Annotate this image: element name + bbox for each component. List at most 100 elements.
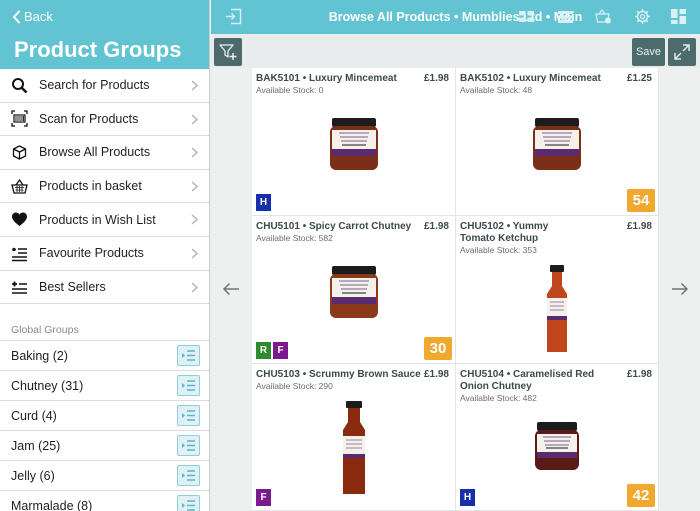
filter-button[interactable]	[214, 38, 242, 66]
nav-item-browse-all[interactable]: Browse All Products	[0, 136, 209, 170]
grid-view-icon[interactable]	[518, 8, 535, 25]
global-groups-heading: Global Groups	[0, 304, 209, 342]
product-card[interactable]: CHU5101 • Spicy Carrot Chutney £1.98 Ava…	[252, 216, 456, 364]
favourite-list-icon	[11, 245, 28, 262]
bottle-image	[547, 265, 567, 352]
jar-image	[533, 118, 581, 170]
flag-badge: F	[256, 489, 271, 506]
sidebar: Back Product Groups Search for Products …	[0, 0, 210, 511]
product-stock: Available Stock: 290	[256, 381, 333, 391]
group-label: Jam (25)	[11, 438, 61, 453]
quantity-badge[interactable]: 42	[627, 484, 655, 507]
add-to-list-icon	[182, 440, 195, 451]
expand-button[interactable]	[668, 38, 696, 66]
group-item-chutney[interactable]: Chutney (31)	[0, 371, 209, 402]
basket-settings-icon[interactable]	[595, 8, 612, 25]
product-grid-area: BAK5101 • Luxury Mincemeat £1.98 Availab…	[211, 68, 700, 511]
add-group-to-list-button[interactable]	[177, 345, 200, 367]
add-group-to-list-button[interactable]	[177, 495, 200, 511]
chevron-left-icon	[12, 9, 21, 24]
arrow-right-icon[interactable]	[671, 282, 689, 296]
product-title: BAK5101 • Luxury Mincemeat	[256, 73, 397, 84]
product-price: £1.25	[626, 73, 652, 84]
chevron-right-icon	[191, 147, 198, 158]
product-card[interactable]: BAK5101 • Luxury Mincemeat £1.98 Availab…	[252, 68, 456, 216]
flag-badge: H	[460, 489, 475, 506]
list-view-icon[interactable]	[557, 8, 574, 25]
toolbar: Save	[211, 34, 700, 68]
product-stock: Available Stock: 48	[460, 85, 533, 95]
nav-item-search[interactable]: Search for Products	[0, 69, 209, 103]
sidebar-title: Product Groups	[14, 37, 182, 62]
top-bar: Browse All Products • Mumblies Ltd • Mai…	[211, 0, 700, 34]
save-button[interactable]: Save	[632, 38, 665, 66]
nav-item-basket[interactable]: Products in basket	[0, 170, 209, 204]
product-title: CHU5103 • Scrummy Brown Sauce	[256, 369, 421, 380]
add-group-to-list-button[interactable]	[177, 375, 200, 397]
product-price: £1.98	[423, 369, 449, 380]
group-label: Jelly (6)	[11, 468, 55, 483]
sidebar-header: Back Product Groups	[0, 0, 209, 69]
product-card[interactable]: CHU5104 • Caramelised Red Onion Chutney …	[456, 364, 659, 511]
nav-item-label: Products in Wish List	[39, 212, 156, 227]
product-price: £1.98	[423, 73, 449, 84]
nav-item-best-sellers[interactable]: Best Sellers	[0, 271, 209, 305]
chevron-right-icon	[191, 114, 198, 125]
nav-item-wish-list[interactable]: Products in Wish List	[0, 203, 209, 237]
group-label: Chutney (31)	[11, 378, 84, 393]
nav-item-label: Best Sellers	[39, 279, 106, 294]
back-label: Back	[24, 9, 53, 24]
group-item-jam[interactable]: Jam (25)	[0, 431, 209, 462]
add-to-list-icon	[182, 410, 195, 421]
arrow-left-icon[interactable]	[222, 282, 240, 296]
jar-image	[535, 422, 579, 470]
add-group-to-list-button[interactable]	[177, 465, 200, 487]
barcode-scan-icon	[11, 110, 28, 128]
basket-icon	[11, 178, 28, 195]
product-card[interactable]: CHU5103 • Scrummy Brown Sauce £1.98 Avai…	[252, 364, 456, 511]
add-to-list-icon	[182, 380, 195, 391]
product-stock: Available Stock: 482	[460, 393, 537, 403]
group-item-marmalade[interactable]: Marmalade (8)	[0, 491, 209, 511]
dashboard-icon[interactable]	[670, 8, 687, 25]
flag-badge: R	[256, 342, 271, 359]
box-icon	[11, 144, 28, 161]
product-flags: F	[256, 489, 271, 506]
nav-item-favourites[interactable]: Favourite Products	[0, 237, 209, 271]
product-stock: Available Stock: 353	[460, 245, 537, 255]
heart-icon	[11, 211, 28, 228]
quantity-badge[interactable]: 54	[627, 189, 655, 212]
group-label: Marmalade (8)	[11, 498, 93, 511]
jar-image	[329, 118, 378, 170]
filter-add-icon	[219, 44, 237, 60]
gear-icon[interactable]	[634, 8, 651, 25]
quantity-badge[interactable]: 30	[424, 337, 452, 360]
back-button[interactable]: Back	[12, 9, 53, 24]
product-flags: R F	[256, 342, 288, 359]
nav-list: Search for Products Scan for Products Br…	[0, 69, 209, 305]
group-item-curd[interactable]: Curd (4)	[0, 401, 209, 432]
flag-badge: F	[273, 342, 288, 359]
product-title: CHU5104 • Caramelised Red Onion Chutney	[460, 369, 595, 392]
product-title: BAK5102 • Luxury Mincemeat	[460, 73, 601, 84]
group-item-jelly[interactable]: Jelly (6)	[0, 461, 209, 492]
nav-item-label: Products in basket	[39, 179, 142, 194]
nav-item-label: Search for Products	[39, 78, 150, 93]
product-card[interactable]: BAK5102 • Luxury Mincemeat £1.25 Availab…	[456, 68, 659, 216]
nav-item-scan[interactable]: Scan for Products	[0, 103, 209, 137]
bottle-image	[342, 401, 365, 494]
product-title: CHU5102 • Yummy Tomato Ketchup	[460, 221, 549, 244]
group-item-baking[interactable]: Baking (2)	[0, 341, 209, 372]
product-flags: H	[256, 194, 271, 211]
product-price: £1.98	[626, 221, 652, 232]
group-label: Curd (4)	[11, 408, 57, 423]
best-sellers-icon	[11, 278, 28, 295]
product-card[interactable]: CHU5102 • Yummy Tomato Ketchup £1.98 Ava…	[456, 216, 659, 364]
add-group-to-list-button[interactable]	[177, 435, 200, 457]
search-icon	[11, 77, 28, 94]
add-group-to-list-button[interactable]	[177, 405, 200, 427]
chevron-right-icon	[191, 282, 198, 293]
add-to-list-icon	[182, 470, 195, 481]
nav-item-label: Scan for Products	[39, 111, 139, 126]
nav-item-label: Browse All Products	[39, 145, 151, 160]
